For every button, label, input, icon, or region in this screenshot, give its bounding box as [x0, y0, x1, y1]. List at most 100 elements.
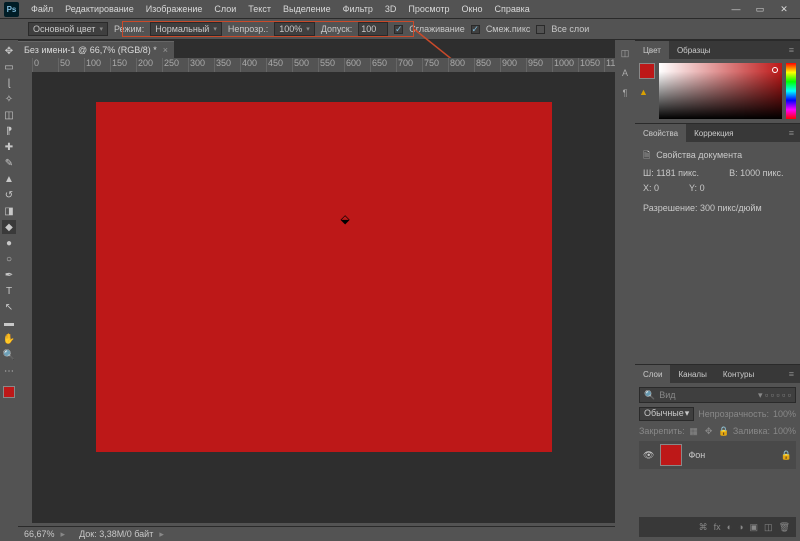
eraser-tool[interactable]: ◨	[2, 204, 16, 218]
mode-dropdown[interactable]: Нормальный▾	[150, 22, 222, 36]
tab-channels[interactable]: Каналы	[670, 365, 714, 383]
eyedropper-tool[interactable]: ⁋	[2, 124, 16, 138]
ruler-horizontal[interactable]: 0501001502002503003504004505005506006507…	[32, 58, 615, 72]
document-icon: 🗎	[643, 148, 650, 162]
zoom-field[interactable]: 66,67%	[24, 529, 55, 539]
minimize-icon[interactable]: —	[728, 4, 744, 15]
layer-buttons: ⌘ fx ◐ ◑ ▣ ◫ 🗑	[639, 517, 796, 537]
menu-view[interactable]: Просмотр	[408, 4, 449, 14]
shape-tool[interactable]: ▬	[2, 316, 16, 330]
canvas-viewport[interactable]: ⬙	[32, 72, 615, 523]
bucket-tool[interactable]: ◆	[2, 220, 16, 234]
dodge-tool[interactable]: ○	[2, 252, 16, 266]
antialias-checkbox[interactable]: ✓	[394, 25, 403, 34]
contiguous-checkbox[interactable]: ✓	[471, 25, 480, 34]
menu-select[interactable]: Выделение	[283, 4, 331, 14]
ruler-vertical[interactable]	[18, 72, 32, 523]
menu-image[interactable]: Изображение	[146, 4, 203, 14]
hue-slider[interactable]	[786, 63, 796, 119]
crop-tool[interactable]: ◫	[2, 108, 16, 122]
fill-label: Заливка:	[733, 426, 770, 436]
options-bar: Основной цвет▾ Режим: Нормальный▾ Непроз…	[0, 19, 800, 40]
tab-properties[interactable]: Свойства	[635, 124, 686, 142]
group-icon[interactable]: ▣	[750, 522, 759, 533]
menu-window[interactable]: Окно	[462, 4, 483, 14]
layer-row[interactable]: 👁 Фон 🔒	[639, 441, 796, 469]
wand-tool[interactable]: ✧	[2, 92, 16, 106]
panel-menu-icon[interactable]: ≡	[783, 45, 800, 55]
menu-layers[interactable]: Слои	[214, 4, 236, 14]
history-brush-tool[interactable]: ↺	[2, 188, 16, 202]
stamp-tool[interactable]: ▲	[2, 172, 16, 186]
tolerance-label: Допуск:	[321, 24, 352, 34]
lock-pixels-icon[interactable]: ▦	[688, 425, 700, 437]
canvas[interactable]: ⬙	[96, 102, 552, 452]
workspace: 0501001502002503003504004505005506006507…	[18, 58, 615, 523]
mask-icon[interactable]: ◐	[727, 522, 732, 532]
layer-filter[interactable]: 🔍 Вид ▾ ▫ ▫ ▫ ▫ ▫	[639, 387, 796, 403]
marquee-tool[interactable]: ▭	[2, 60, 16, 74]
move-tool[interactable]: ✥	[2, 44, 16, 58]
zoom-tool[interactable]: 🔍	[2, 348, 16, 362]
menu-file[interactable]: Файл	[31, 4, 53, 14]
mode-label: Режим:	[114, 24, 144, 34]
tab-color[interactable]: Цвет	[635, 41, 669, 59]
chevron-icon[interactable]: ▸	[159, 529, 164, 540]
heal-tool[interactable]: ✚	[2, 140, 16, 154]
fx-icon[interactable]: fx	[714, 522, 721, 532]
chevron-icon[interactable]: ▸	[61, 529, 66, 540]
blend-mode-dropdown[interactable]: Обычные▾	[639, 407, 694, 421]
resolution-text: Разрешение: 300 пикс/дюйм	[643, 201, 792, 215]
panel-menu-icon[interactable]: ≡	[783, 128, 800, 138]
char-panel-icon[interactable]: A	[618, 66, 632, 80]
tab-adjustments[interactable]: Коррекция	[686, 124, 741, 142]
close-icon[interactable]: ✕	[776, 4, 792, 15]
brush-tool[interactable]: ✎	[2, 156, 16, 170]
link-layers-icon[interactable]: ⌘	[699, 522, 708, 533]
foreground-swatch[interactable]	[3, 386, 15, 398]
tab-close-icon[interactable]: ×	[163, 45, 168, 55]
menu-help[interactable]: Справка	[494, 4, 529, 14]
gamut-warning-icon[interactable]: ▲	[639, 87, 651, 99]
menu-3d[interactable]: 3D	[385, 4, 397, 14]
para-panel-icon[interactable]: ¶	[618, 86, 632, 100]
fill-source-dropdown[interactable]: Основной цвет▾	[28, 22, 108, 36]
path-tool[interactable]: ↖	[2, 300, 16, 314]
document-tab[interactable]: Без имени-1 @ 66,7% (RGB/8) * ×	[18, 41, 174, 58]
lasso-tool[interactable]: ɭ	[2, 76, 16, 90]
lock-label: Закрепить:	[639, 426, 685, 436]
color-fg-swatch[interactable]	[639, 63, 655, 79]
visibility-icon[interactable]: 👁	[643, 450, 654, 461]
alllayers-checkbox[interactable]	[536, 25, 545, 34]
menu-edit[interactable]: Редактирование	[65, 4, 134, 14]
hand-tool[interactable]: ✋	[2, 332, 16, 346]
layer-thumbnail[interactable]	[660, 444, 682, 466]
menu-filter[interactable]: Фильтр	[343, 4, 373, 14]
panel-menu-icon[interactable]: ≡	[783, 369, 800, 379]
opacity-dropdown[interactable]: 100%▾	[274, 22, 315, 36]
layer-name[interactable]: Фон	[688, 450, 705, 460]
tab-paths[interactable]: Контуры	[715, 365, 762, 383]
lock-position-icon[interactable]: ✥	[703, 425, 715, 437]
doc-size[interactable]: Док: 3,38M/0 байт	[79, 529, 153, 539]
tab-swatches[interactable]: Образцы	[669, 41, 719, 59]
toolbox: ✥ ▭ ɭ ✧ ◫ ⁋ ✚ ✎ ▲ ↺ ◨ ◆ ● ○ ✒ T ↖ ▬ ✋ 🔍 …	[0, 40, 18, 541]
document-tab-title: Без имени-1 @ 66,7% (RGB/8) *	[24, 45, 157, 55]
color-field[interactable]	[659, 63, 782, 119]
delete-layer-icon[interactable]: 🗑	[779, 522, 790, 533]
blur-tool[interactable]: ●	[2, 236, 16, 250]
new-layer-icon[interactable]: ◫	[764, 522, 773, 533]
lock-all-icon[interactable]: 🔒	[718, 425, 730, 437]
history-panel-icon[interactable]: ◫	[618, 46, 632, 60]
type-tool[interactable]: T	[2, 284, 16, 298]
ruler-corner	[18, 58, 32, 72]
opacity-label: Непрозр.:	[228, 24, 268, 34]
tab-layers[interactable]: Слои	[635, 365, 670, 383]
maximize-icon[interactable]: ▭	[752, 4, 768, 15]
adjustment-icon[interactable]: ◑	[738, 522, 743, 532]
pen-tool[interactable]: ✒	[2, 268, 16, 282]
tolerance-field[interactable]	[358, 22, 388, 36]
menu-text[interactable]: Текст	[248, 4, 271, 14]
more-tools[interactable]: ⋯	[2, 364, 16, 378]
document-tabs: Без имени-1 @ 66,7% (RGB/8) * ×	[18, 40, 615, 58]
